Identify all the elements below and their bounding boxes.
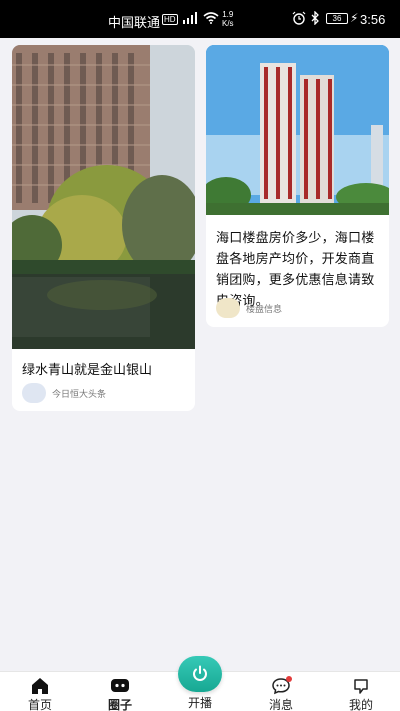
carrier-name: 中国联通 [108, 15, 161, 30]
nav-label: 首页 [27, 698, 52, 711]
profile-bubble-icon [354, 679, 368, 694]
battery-icon: 36 [326, 13, 348, 24]
nav-label: 圈子 [107, 698, 132, 711]
cell-signal-icon [182, 12, 200, 27]
card-author[interactable]: 楼盘信息 [216, 298, 282, 318]
battery-level: 36 [332, 14, 342, 23]
feed-card[interactable]: 绿水青山就是金山银山 今日恒大头条 [12, 45, 195, 411]
nav-label: 我的 [348, 698, 373, 711]
avatar [22, 383, 46, 403]
hd-indicator: HD [162, 14, 178, 25]
nav-home[interactable]: 首页 [15, 677, 65, 711]
home-icon [32, 678, 48, 694]
speed-value: 1.9 [222, 10, 234, 19]
feed-card[interactable]: 海口楼盘房价多少，海口楼盘各地房产均价，开发商直销团购，更多优惠信息请致电咨询。… [206, 45, 389, 327]
clock: 3:56 [360, 12, 386, 27]
speed-unit: K/s [222, 19, 234, 28]
live-label: 开播 [187, 696, 212, 710]
nav-circle[interactable]: 圈子 [95, 677, 145, 711]
power-icon [193, 665, 207, 681]
circle-icon [111, 679, 129, 692]
author-name: 楼盘信息 [246, 303, 283, 314]
tower-rendering-photo [206, 45, 389, 215]
lakeside-apartment-photo [12, 45, 195, 349]
alarm-icon [292, 11, 306, 28]
nav-label: 消息 [268, 698, 293, 711]
bluetooth-icon [310, 10, 320, 28]
network-speed: 1.9 K/s [222, 10, 234, 28]
author-name: 今日恒大头条 [52, 388, 107, 399]
live-button[interactable] [178, 656, 222, 692]
card-title: 绿水青山就是金山银山 [22, 362, 153, 377]
status-bar: 中国联通 HD 1.9 K/s 36 ⚡ 3:56 [0, 0, 400, 38]
unread-badge [286, 676, 292, 682]
card-author[interactable]: 今日恒大头条 [22, 383, 106, 403]
nav-mine[interactable]: 我的 [336, 677, 386, 711]
nav-messages[interactable]: 消息 [256, 676, 306, 711]
avatar [216, 298, 240, 318]
wifi-icon [203, 12, 219, 27]
charging-icon: ⚡ [350, 11, 359, 25]
